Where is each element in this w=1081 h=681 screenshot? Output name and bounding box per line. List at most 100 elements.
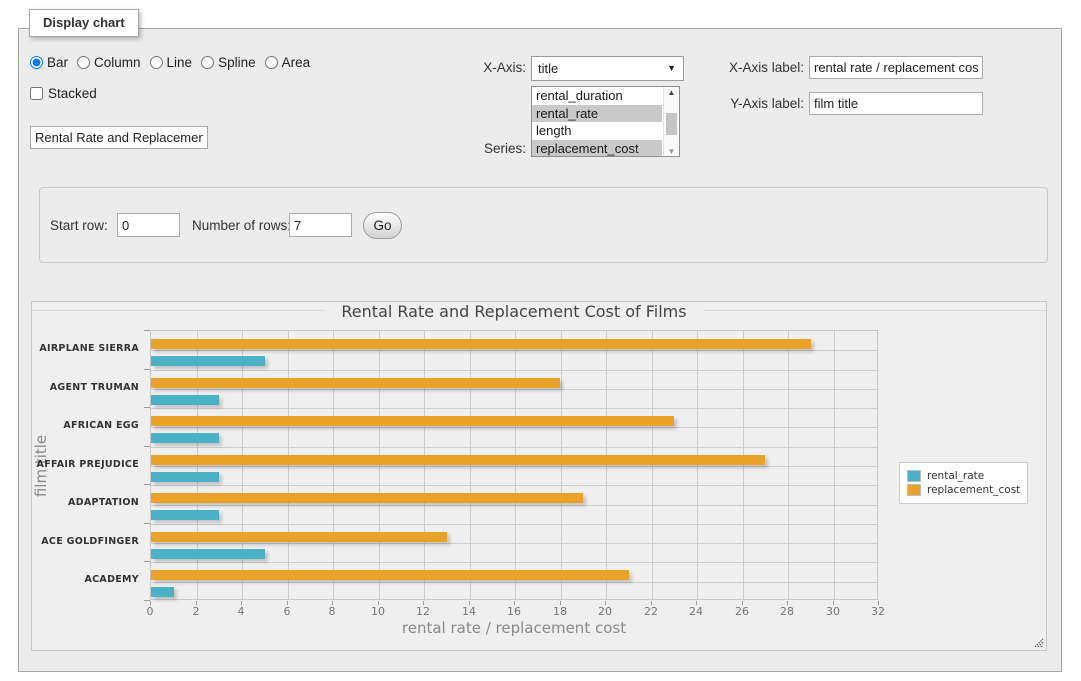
bar-rental_rate[interactable]: [151, 472, 219, 482]
chart-type-option-label: Bar: [47, 55, 68, 70]
gridline-vertical: [606, 331, 607, 599]
chart-type-option-line[interactable]: Line: [150, 55, 193, 70]
start-row-label: Start row:: [50, 218, 108, 233]
x-axis-tick-label: 20: [585, 605, 625, 618]
category-label: AFFAIR PREJUDICE: [32, 446, 144, 485]
chart-title-wrap: Rental Rate and Replacement Cost of Film…: [150, 302, 878, 321]
x-axis-label-input[interactable]: [809, 56, 983, 79]
x-axis-tick-label: 24: [676, 605, 716, 618]
chart-type-radio-column[interactable]: [77, 56, 90, 69]
start-row-input[interactable]: [117, 213, 180, 237]
gridline-horizontal: [151, 447, 877, 448]
y-axis-tick-mark: [144, 446, 150, 447]
bar-rental_rate[interactable]: [151, 587, 174, 597]
x-axis-tick-label: 0: [130, 605, 170, 618]
x-axis-tick-label: 26: [722, 605, 762, 618]
y-axis-tick-mark: [144, 369, 150, 370]
gridline-horizontal: [151, 485, 877, 486]
gridline-vertical: [743, 331, 744, 599]
gridline-vertical: [834, 331, 835, 599]
series-listbox[interactable]: rental_durationrental_ratelengthreplacem…: [531, 86, 680, 157]
legend-item: rental_rate: [907, 470, 1020, 482]
series-scrollbar[interactable]: ▲ ▼: [663, 87, 679, 156]
bar-rental_rate[interactable]: [151, 433, 219, 443]
gridline-vertical: [470, 331, 471, 599]
chart-type-option-column[interactable]: Column: [77, 55, 141, 70]
x-axis-select-value: title: [538, 61, 558, 76]
resize-grip-icon[interactable]: [1032, 636, 1044, 648]
chart-type-options: Bar Column Line Spline Area: [30, 55, 319, 70]
display-chart-panel: Display chart BarColumnLineSplineArea St…: [18, 28, 1062, 672]
category-label: ADAPTATION HOLES: [32, 484, 144, 523]
scrollbar-thumb[interactable]: [666, 113, 677, 135]
x-axis-field-label: X-Axis:: [449, 60, 526, 75]
gridline-vertical: [697, 331, 698, 599]
x-axis-tick-label: 2: [176, 605, 216, 618]
chart-type-radio-line[interactable]: [150, 56, 163, 69]
scrollbar-down-icon[interactable]: ▼: [664, 147, 679, 156]
bar-replacement_cost[interactable]: [151, 416, 674, 426]
series-option-length[interactable]: length: [532, 122, 662, 140]
scrollbar-up-icon[interactable]: ▲: [664, 88, 679, 97]
bar-replacement_cost[interactable]: [151, 570, 629, 580]
chart-type-option-area[interactable]: Area: [265, 55, 311, 70]
category-label: AFRICAN EGG: [32, 407, 144, 446]
bar-replacement_cost[interactable]: [151, 378, 560, 388]
x-axis-tick-label: 18: [540, 605, 580, 618]
x-axis-tick-label: 6: [267, 605, 307, 618]
category-label: ACADEMY DINOSAUR: [32, 561, 144, 600]
gridline-vertical: [379, 331, 380, 599]
series-option-rental_rate[interactable]: rental_rate: [532, 105, 662, 123]
bar-rental_rate[interactable]: [151, 395, 219, 405]
legend-swatch-icon: [907, 484, 921, 496]
y-axis-tick-mark: [144, 600, 150, 601]
gridline-horizontal: [151, 389, 877, 390]
x-axis-tick-label: 28: [767, 605, 807, 618]
bar-rental_rate[interactable]: [151, 356, 265, 366]
bar-replacement_cost[interactable]: [151, 455, 765, 465]
legend-label: replacement_cost: [927, 484, 1020, 496]
x-axis-label-field-label: X-Axis label:: [699, 60, 804, 75]
gridline-horizontal: [151, 524, 877, 525]
bar-rental_rate[interactable]: [151, 510, 219, 520]
stacked-checkbox[interactable]: [30, 87, 43, 100]
gridline-horizontal: [151, 427, 877, 428]
chart-type-radio-area[interactable]: [265, 56, 278, 69]
y-axis-tick-mark: [144, 523, 150, 524]
gridline-vertical: [288, 331, 289, 599]
y-axis-label-input[interactable]: [809, 92, 983, 115]
bar-replacement_cost[interactable]: [151, 339, 811, 349]
gridline-horizontal: [151, 543, 877, 544]
num-rows-input[interactable]: [289, 213, 352, 237]
gridline-horizontal: [151, 370, 877, 371]
gridline-horizontal: [151, 582, 877, 583]
x-axis-tick-label: 8: [312, 605, 352, 618]
chart-container: Rental Rate and Replacement Cost of Film…: [31, 301, 1047, 651]
chart-type-radio-spline[interactable]: [201, 56, 214, 69]
chart-type-option-bar[interactable]: Bar: [30, 55, 68, 70]
num-rows-label: Number of rows:: [192, 218, 291, 233]
series-option-rental_duration[interactable]: rental_duration: [532, 87, 662, 105]
gridline-horizontal: [151, 505, 877, 506]
x-axis-tick-label: 30: [813, 605, 853, 618]
bar-replacement_cost[interactable]: [151, 493, 583, 503]
x-axis-tick-label: 22: [631, 605, 671, 618]
stacked-option[interactable]: Stacked: [30, 86, 97, 101]
go-button[interactable]: Go: [363, 212, 402, 239]
y-axis-tick-mark: [144, 484, 150, 485]
series-option-replacement_cost[interactable]: replacement_cost: [532, 140, 662, 158]
bar-rental_rate[interactable]: [151, 549, 265, 559]
plot-area: [150, 330, 878, 600]
gridline-vertical: [424, 331, 425, 599]
gridline-horizontal: [151, 466, 877, 467]
chart-type-option-spline[interactable]: Spline: [201, 55, 256, 70]
legend-swatch-icon: [907, 470, 921, 482]
legend-label: rental_rate: [927, 470, 984, 482]
chart-title-input[interactable]: [30, 126, 208, 149]
y-axis-tick-mark: [144, 561, 150, 562]
x-axis-select[interactable]: title ▼: [531, 56, 684, 81]
x-axis-tick-label: 16: [494, 605, 534, 618]
chart-type-option-label: Area: [282, 55, 311, 70]
bar-replacement_cost[interactable]: [151, 532, 447, 542]
chart-type-radio-bar[interactable]: [30, 56, 43, 69]
